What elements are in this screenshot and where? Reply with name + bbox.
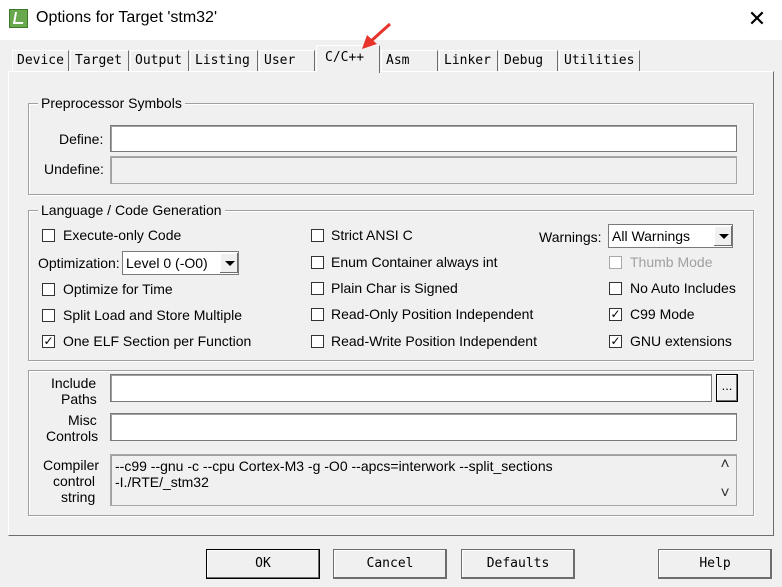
c99-mode-checkbox[interactable]: ✓ (609, 308, 622, 321)
optimization-value: Level 0 (-O0) (126, 255, 208, 271)
optimize-time-label: Optimize for Time (63, 281, 173, 297)
tab-utilities[interactable]: Utilities (559, 50, 640, 72)
browse-button[interactable]: ... (716, 374, 738, 402)
help-button[interactable]: Help (658, 549, 772, 579)
execute-only-checkbox[interactable] (42, 229, 55, 242)
compiler-label-3: string (61, 489, 96, 505)
include-paths-value (111, 375, 711, 379)
misc-controls-value (111, 414, 736, 418)
tab-asm[interactable]: Asm (381, 50, 438, 72)
enum-int-checkbox[interactable] (311, 256, 324, 269)
include-label-2: Paths (61, 391, 97, 407)
compiler-control-string-field[interactable]: --c99 --gnu -c --cpu Cortex-M3 -g -O0 --… (110, 454, 737, 506)
annotation-arrow-icon (362, 22, 392, 49)
one-elf-label: One ELF Section per Function (63, 333, 252, 349)
chevron-down-icon[interactable] (713, 226, 732, 246)
window-title: Options for Target 'stm32' (36, 9, 218, 26)
strict-ansi-label: Strict ANSI C (331, 227, 413, 243)
warnings-dropdown[interactable]: All Warnings (608, 224, 733, 248)
split-load-checkbox[interactable] (42, 309, 55, 322)
compiler-label-1: Compiler (43, 457, 100, 473)
ok-button[interactable]: OK (206, 549, 320, 579)
optimization-dropdown[interactable]: Level 0 (-O0) (122, 251, 239, 275)
chevron-down-icon[interactable] (219, 253, 238, 273)
preprocessor-legend: Preprocessor Symbols (38, 95, 185, 111)
undefine-label: Undefine: (44, 161, 104, 177)
compiler-line-1: --c99 --gnu -c --cpu Cortex-M3 -g -O0 --… (115, 458, 553, 474)
define-value (111, 126, 736, 130)
rw-pi-checkbox[interactable] (311, 335, 324, 348)
warnings-value: All Warnings (612, 228, 691, 244)
optimize-time-checkbox[interactable] (42, 283, 55, 296)
tab-linker[interactable]: Linker (439, 50, 498, 72)
misc-label-1: Misc (68, 412, 97, 428)
execute-only-label: Execute-only Code (63, 227, 182, 243)
tab-debug[interactable]: Debug (499, 50, 558, 72)
warnings-label: Warnings: (539, 229, 602, 245)
ro-pi-checkbox[interactable] (311, 308, 324, 321)
no-auto-includes-checkbox[interactable] (609, 282, 622, 295)
ro-pi-label: Read-Only Position Independent (331, 306, 534, 322)
app-icon (9, 9, 28, 28)
plain-char-label: Plain Char is Signed (331, 280, 458, 296)
no-auto-includes-label: No Auto Includes (630, 280, 736, 296)
language-legend: Language / Code Generation (38, 202, 225, 218)
strict-ansi-checkbox[interactable] (311, 229, 324, 242)
compiler-line-2: -I./RTE/_stm32 (115, 474, 209, 490)
include-label-1: Include (51, 375, 97, 391)
thumb-mode-checkbox (609, 256, 622, 269)
tab-target[interactable]: Target (70, 50, 129, 72)
tab-device[interactable]: Device (12, 50, 69, 72)
rw-pi-label: Read-Write Position Independent (331, 333, 537, 349)
scroll-up-icon[interactable]: ˄ (718, 457, 732, 473)
close-icon[interactable]: ✕ (742, 4, 772, 34)
tab-listing[interactable]: Listing (190, 50, 258, 72)
split-load-label: Split Load and Store Multiple (63, 307, 242, 323)
enum-int-label: Enum Container always int (331, 254, 498, 270)
define-label: Define: (59, 131, 104, 147)
optimization-label: Optimization: (38, 255, 120, 271)
defaults-button[interactable]: Defaults (461, 549, 575, 579)
compiler-label-2: control (53, 473, 96, 489)
include-paths-field[interactable] (110, 374, 712, 402)
misc-controls-field[interactable] (110, 413, 737, 441)
one-elf-checkbox[interactable]: ✓ (42, 335, 55, 348)
gnu-ext-label: GNU extensions (630, 333, 732, 349)
undefine-value (111, 157, 736, 161)
thumb-mode-label: Thumb Mode (630, 254, 713, 270)
tab-user[interactable]: User (259, 50, 315, 72)
cancel-button[interactable]: Cancel (333, 549, 447, 579)
undefine-field (110, 156, 737, 184)
gnu-ext-checkbox[interactable]: ✓ (609, 335, 622, 348)
c99-mode-label: C99 Mode (630, 306, 695, 322)
tab-output[interactable]: Output (130, 50, 189, 72)
scroll-down-icon[interactable]: ˅ (718, 486, 732, 502)
misc-label-2: Controls (46, 428, 99, 444)
plain-char-checkbox[interactable] (311, 282, 324, 295)
define-field[interactable] (110, 125, 737, 152)
